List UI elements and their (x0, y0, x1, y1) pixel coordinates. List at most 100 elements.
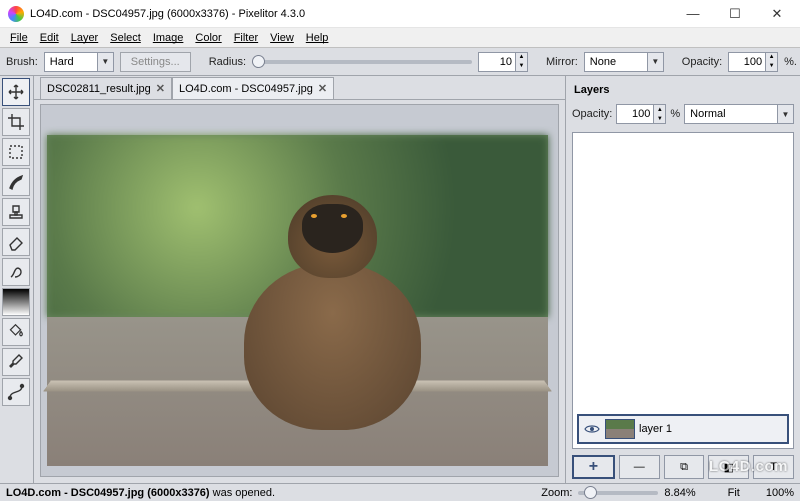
spinner-up-icon[interactable]: ▲ (654, 105, 665, 114)
title-bar: LO4D.com - DSC04957.jpg (6000x3376) - Pi… (0, 0, 800, 28)
menu-help[interactable]: Help (300, 30, 335, 46)
opacity-input[interactable] (728, 52, 766, 72)
status-message: LO4D.com - DSC04957.jpg (6000x3376) was … (6, 487, 275, 499)
canvas-viewport[interactable] (40, 104, 559, 477)
canvas-area: DSC02811_result.jpg ✕ LO4D.com - DSC0495… (34, 76, 565, 483)
layer-opacity-spinner[interactable]: ▲▼ (616, 104, 666, 124)
menu-file[interactable]: File (4, 30, 34, 46)
marquee-icon (7, 143, 25, 161)
visibility-toggle[interactable] (583, 420, 601, 438)
marquee-tool[interactable] (2, 138, 30, 166)
chevron-down-icon: ▼ (97, 53, 113, 71)
menu-color[interactable]: Color (189, 30, 227, 46)
brush-select-value: Hard (50, 56, 93, 68)
slider-thumb[interactable] (252, 55, 265, 68)
menu-layer[interactable]: Layer (65, 30, 105, 46)
menu-edit[interactable]: Edit (34, 30, 65, 46)
opacity-percent: %. (784, 56, 797, 68)
options-toolbar: Brush: Hard ▼ Settings... Radius: ▲▼ Mir… (0, 48, 800, 76)
layers-panel: Layers Opacity: ▲▼ % Normal ▼ layer 1 (565, 76, 800, 483)
layer-opacity-label: Opacity: (572, 108, 612, 120)
minimize-button[interactable]: — (672, 1, 714, 27)
spinner-up-icon[interactable]: ▲ (516, 53, 527, 62)
crop-tool[interactable] (2, 108, 30, 136)
menu-view[interactable]: View (264, 30, 300, 46)
menu-bar: File Edit Layer Select Image Color Filte… (0, 28, 800, 48)
layer-actions: + — ⧉ ◧ T (572, 455, 794, 479)
toolbox (0, 76, 34, 483)
stamp-icon (7, 203, 25, 221)
brush-tool[interactable] (2, 168, 30, 196)
opacity-spinner[interactable]: ▲▼ (728, 52, 778, 72)
delete-layer-button[interactable]: — (619, 455, 660, 479)
duplicate-layer-button[interactable]: ⧉ (664, 455, 705, 479)
add-layer-button[interactable]: + (572, 455, 615, 479)
brush-label: Brush: (6, 56, 38, 68)
eye-icon (584, 423, 600, 435)
settings-button[interactable]: Settings... (120, 52, 191, 72)
radius-spinner[interactable]: ▲▼ (478, 52, 528, 72)
brush-select[interactable]: Hard ▼ (44, 52, 114, 72)
blend-mode-select[interactable]: Normal ▼ (684, 104, 794, 124)
app-icon (8, 6, 24, 22)
chevron-down-icon: ▼ (777, 105, 793, 123)
menu-select[interactable]: Select (104, 30, 147, 46)
zoom-fit-button[interactable]: Fit (728, 487, 740, 499)
layer-opacity-input[interactable] (616, 104, 654, 124)
menu-filter[interactable]: Filter (228, 30, 264, 46)
opacity-label: Opacity: (682, 56, 722, 68)
bucket-icon (7, 323, 25, 341)
zoom-100-button[interactable]: 100% (766, 487, 794, 499)
eyedropper-tool[interactable] (2, 348, 30, 376)
zoom-label: Zoom: (541, 487, 572, 499)
spinner-down-icon[interactable]: ▼ (766, 62, 777, 71)
radius-input[interactable] (478, 52, 516, 72)
layers-title: Layers (572, 80, 794, 100)
slider-thumb[interactable] (584, 486, 597, 499)
spinner-up-icon[interactable]: ▲ (766, 53, 777, 62)
maximize-button[interactable]: ☐ (714, 1, 756, 27)
radius-slider[interactable] (252, 60, 472, 64)
bucket-tool[interactable] (2, 318, 30, 346)
work-area: DSC02811_result.jpg ✕ LO4D.com - DSC0495… (0, 76, 800, 483)
window-title: LO4D.com - DSC04957.jpg (6000x3376) - Pi… (30, 8, 672, 20)
zoom-slider[interactable] (578, 491, 658, 495)
document-tabs: DSC02811_result.jpg ✕ LO4D.com - DSC0495… (34, 76, 565, 100)
zoom-value: 8.84% (664, 487, 695, 499)
path-icon (7, 383, 25, 401)
mirror-select-value: None (590, 56, 643, 68)
layer-item[interactable]: layer 1 (577, 414, 789, 444)
menu-image[interactable]: Image (147, 30, 190, 46)
move-icon (7, 83, 25, 101)
radius-label: Radius: (209, 56, 246, 68)
status-bar: LO4D.com - DSC04957.jpg (6000x3376) was … (0, 483, 800, 501)
chevron-down-icon: ▼ (647, 53, 663, 71)
text-layer-button[interactable]: T (753, 455, 794, 479)
document-tab[interactable]: LO4D.com - DSC04957.jpg ✕ (172, 77, 334, 99)
mirror-label: Mirror: (546, 56, 578, 68)
close-tab-icon[interactable]: ✕ (156, 82, 165, 95)
spinner-down-icon[interactable]: ▼ (654, 114, 665, 123)
crop-icon (7, 113, 25, 131)
layers-list[interactable]: layer 1 (572, 132, 794, 449)
blend-mode-value: Normal (690, 108, 773, 120)
eraser-tool[interactable] (2, 228, 30, 256)
smudge-tool[interactable] (2, 258, 30, 286)
document-tab[interactable]: DSC02811_result.jpg ✕ (40, 77, 172, 99)
spinner-down-icon[interactable]: ▼ (516, 62, 527, 71)
close-button[interactable]: ✕ (756, 1, 798, 27)
eyedropper-icon (7, 353, 25, 371)
move-tool[interactable] (2, 78, 30, 106)
brush-icon (7, 173, 25, 191)
tab-label: DSC02811_result.jpg (47, 83, 151, 95)
gradient-tool[interactable] (2, 288, 30, 316)
path-tool[interactable] (2, 378, 30, 406)
mask-layer-button[interactable]: ◧ (708, 455, 749, 479)
layer-opacity-percent: % (670, 108, 680, 120)
layer-thumbnail (605, 419, 635, 439)
layer-name[interactable]: layer 1 (639, 423, 672, 435)
stamp-tool[interactable] (2, 198, 30, 226)
eraser-icon (7, 233, 25, 251)
close-tab-icon[interactable]: ✕ (318, 82, 327, 95)
mirror-select[interactable]: None ▼ (584, 52, 664, 72)
